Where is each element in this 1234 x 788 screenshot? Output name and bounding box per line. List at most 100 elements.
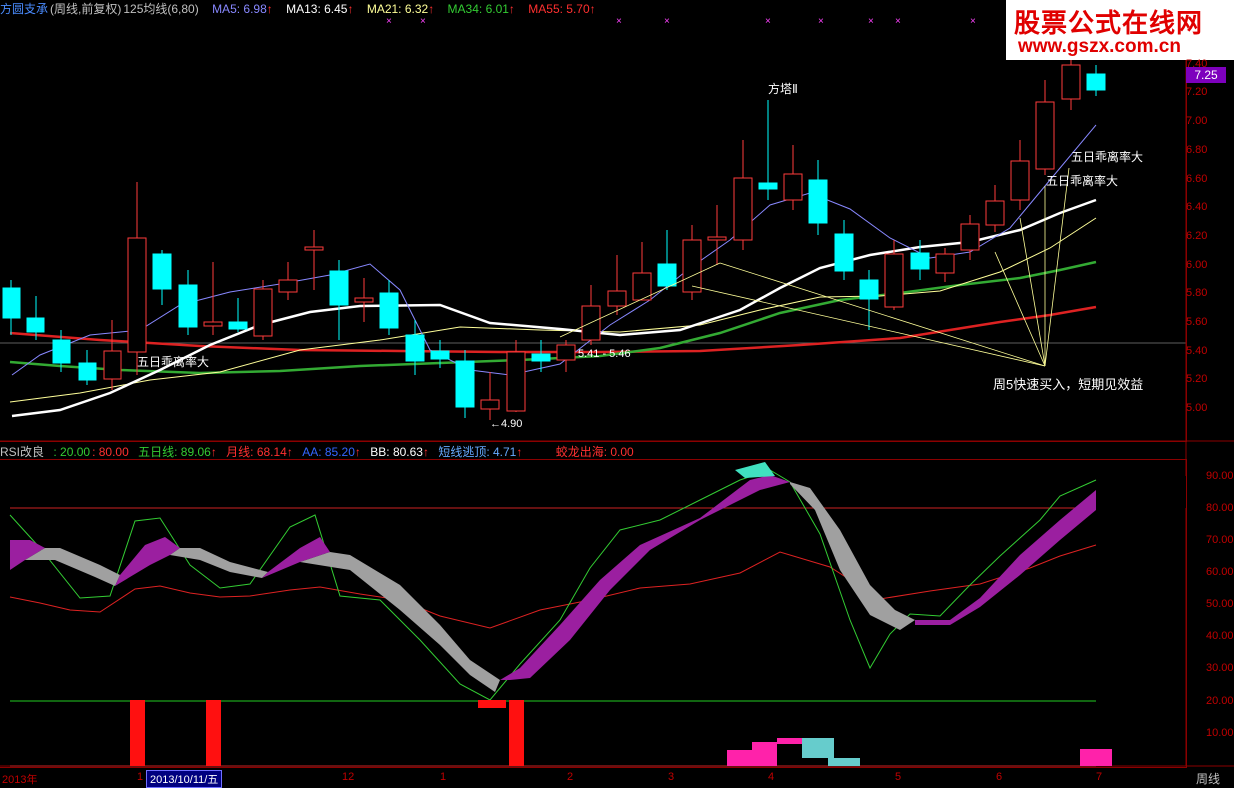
marker-row: × × × × × × × × ×	[386, 16, 976, 27]
candle-down	[405, 334, 425, 362]
watermark-logo: 股票公式在线网 www.gszx.com.cn	[1006, 0, 1234, 60]
x-tick: 4	[768, 771, 775, 783]
y-tick: 20.00	[1206, 695, 1234, 707]
indicator-header: RSI改良 : 20.00: 80.00 五日线: 89.06↑ 月线: 68.…	[0, 443, 1234, 459]
y-tick: 30.00	[1206, 662, 1234, 674]
signal-bar	[828, 758, 860, 766]
candle-down	[2, 287, 21, 319]
candle-up	[707, 236, 727, 241]
y-tick: 5.00	[1186, 402, 1208, 414]
marker: ×	[765, 16, 771, 27]
candle-down	[329, 270, 349, 306]
annotation-low: ←4.90	[490, 418, 523, 430]
candle-down	[808, 179, 828, 224]
signal-bar	[802, 738, 834, 758]
candle-up	[985, 200, 1005, 226]
candle-down	[26, 317, 45, 333]
x-tick: 1	[137, 771, 144, 783]
candle-up	[354, 297, 374, 303]
signal-bars	[130, 700, 1112, 766]
signal-bar	[752, 742, 777, 766]
candle-up	[1035, 101, 1055, 170]
y-tick: 7.00	[1186, 115, 1208, 127]
marker: ×	[970, 16, 976, 27]
candle-down	[531, 353, 551, 362]
y-tick: 50.00	[1206, 598, 1234, 610]
y-tick: 5.40	[1186, 345, 1208, 357]
marker: ×	[664, 16, 670, 27]
candle-up	[127, 237, 147, 353]
y-tick: 5.80	[1186, 287, 1208, 299]
marker: ×	[895, 16, 901, 27]
candle-down	[379, 292, 399, 329]
y-tick: 6.60	[1186, 173, 1208, 185]
marker: ×	[386, 16, 392, 27]
y-tick: 6.80	[1186, 144, 1208, 156]
y-tick: 7.40	[1186, 58, 1208, 70]
indicator-v1: : 20.00	[53, 445, 91, 459]
indicator-wuri: 五日线: 89.06↑	[138, 445, 217, 459]
candle-down	[152, 253, 172, 290]
ma5-line	[11, 124, 1097, 376]
candle-up	[304, 246, 324, 251]
annotation-fangta: 方塔Ⅱ	[768, 82, 798, 96]
candle-down	[52, 339, 71, 364]
indicator-yue: 月线: 68.14↑	[226, 445, 293, 459]
signal-bar	[1080, 749, 1112, 766]
period-selector[interactable]: 周线	[1196, 770, 1220, 787]
y-tick: 80.00	[1206, 502, 1234, 514]
x-tick: 1	[440, 771, 447, 783]
candle-down	[178, 284, 198, 328]
y-tick: 60.00	[1206, 566, 1234, 578]
candle-up	[253, 288, 273, 337]
annotation-deviation-1: 五日乖离率大	[137, 355, 210, 369]
y-tick: 40.00	[1206, 630, 1234, 642]
candle-up	[278, 279, 298, 293]
candle-up	[103, 350, 122, 380]
marker: ×	[420, 16, 426, 27]
candle-up	[1010, 160, 1030, 201]
y-tick: 70.00	[1206, 534, 1234, 546]
overbought-zone	[10, 476, 1186, 508]
candle-up	[935, 253, 955, 274]
watermark-url: www.gszx.com.cn	[1018, 36, 1181, 57]
y-tick: 5.60	[1186, 316, 1208, 328]
x-tick: 3	[668, 771, 675, 783]
x-tick: 12	[342, 771, 355, 783]
x-tick: 6	[996, 771, 1003, 783]
y-tick: 6.40	[1186, 201, 1208, 213]
candle-up	[607, 290, 627, 307]
candle-up	[1061, 64, 1081, 100]
candle-up	[783, 173, 803, 201]
signal-bar	[727, 750, 752, 766]
signal-bar	[509, 700, 524, 766]
annotation-range: 5.41 - 5.46	[578, 348, 631, 360]
indicator-duanxian: 短线逃顶: 4.71↑	[438, 445, 523, 459]
candle-up	[556, 344, 576, 361]
cursor-date: 2013/10/11/五	[146, 770, 223, 788]
indicator-name[interactable]: RSI改良	[0, 445, 44, 459]
candle-up	[682, 239, 702, 293]
candle-up	[506, 351, 526, 412]
signal-bar	[478, 700, 506, 708]
candle-down	[834, 233, 854, 272]
candle-up	[884, 253, 904, 308]
marker: ×	[868, 16, 874, 27]
x-tick: 5	[895, 771, 902, 783]
signal-bar	[777, 738, 802, 744]
annotation-deviation-3: 五日乖离率大	[1046, 174, 1119, 188]
y-tick: 5.20	[1186, 373, 1208, 385]
candle-up	[480, 399, 500, 410]
watermark-title: 股票公式在线网	[1014, 8, 1204, 38]
candle-down	[455, 360, 475, 408]
x-tick: 7	[1096, 771, 1103, 783]
y-tick: 6.00	[1186, 259, 1208, 271]
y-tick: 10.00	[1206, 727, 1234, 739]
candle-down	[657, 263, 677, 287]
candle-down	[1086, 73, 1106, 91]
marker: ×	[616, 16, 622, 27]
candle-down	[228, 321, 248, 330]
candle-up	[203, 321, 223, 327]
candle-up	[733, 177, 753, 241]
x-tick: 2	[567, 771, 574, 783]
